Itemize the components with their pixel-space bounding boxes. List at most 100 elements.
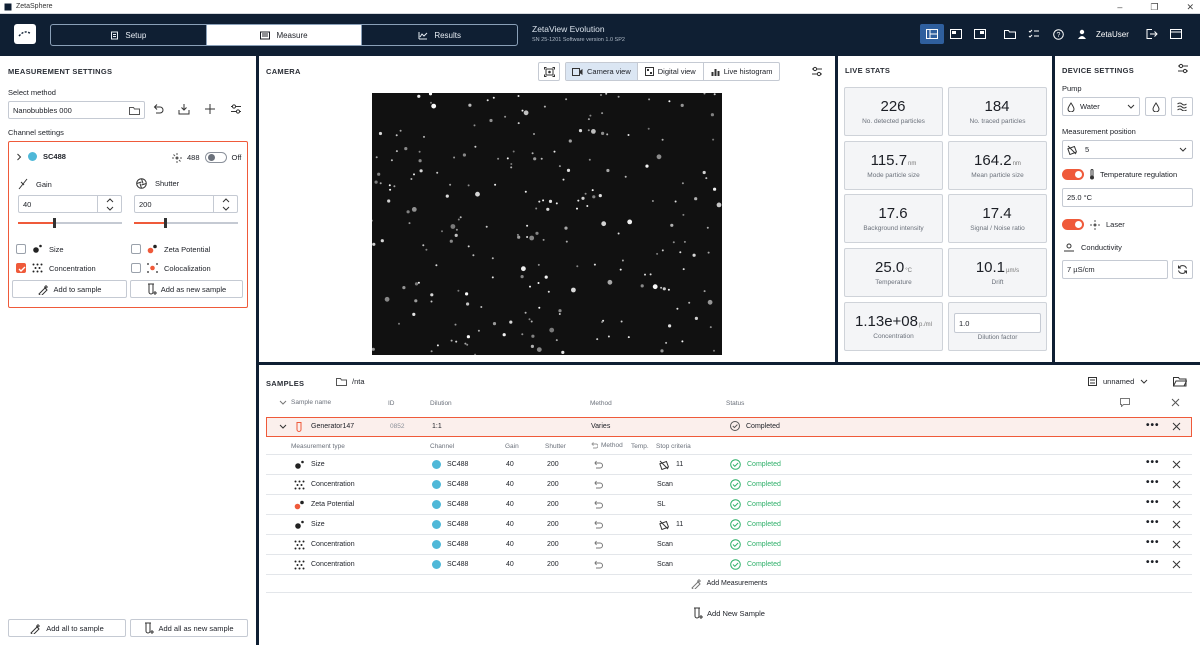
- live-histogram-button[interactable]: Live histogram: [702, 63, 780, 80]
- temperature-input[interactable]: 25.0 °C: [1062, 188, 1193, 207]
- pump-select[interactable]: Water: [1062, 97, 1140, 116]
- measurement-row[interactable]: Concentration SC488 40 200 Scan Completed •••: [266, 475, 1192, 495]
- samples-title: SAMPLES: [266, 379, 305, 388]
- concentration-option[interactable]: Concentration: [16, 263, 96, 273]
- sample-collapse-icon[interactable]: [279, 424, 287, 429]
- colocalization-option[interactable]: Colocalization: [131, 263, 211, 273]
- collapse-all-icon[interactable]: [279, 400, 287, 405]
- temperature-regulation-toggle[interactable]: [1062, 169, 1084, 180]
- row-remove-icon[interactable]: [1172, 480, 1181, 489]
- user-name[interactable]: ZetaUser: [1096, 30, 1140, 39]
- channel-laser-toggle[interactable]: [204, 152, 227, 163]
- window-layout-icon[interactable]: [1164, 24, 1188, 44]
- particle: [467, 245, 470, 248]
- pump-flow-button[interactable]: [1171, 97, 1193, 116]
- concentration-checkbox[interactable]: [16, 263, 26, 273]
- shutter-input[interactable]: 200: [134, 195, 238, 213]
- dilution-input[interactable]: 1.0: [954, 313, 1041, 333]
- gain-down-icon[interactable]: [106, 206, 114, 211]
- checklist-icon[interactable]: [1022, 24, 1046, 44]
- user-icon[interactable]: [1070, 24, 1094, 44]
- measurement-row[interactable]: Size SC488 40 200 11 Completed •••: [266, 515, 1192, 535]
- gain-slider[interactable]: [18, 218, 122, 228]
- refresh-conductivity-button[interactable]: [1172, 260, 1193, 279]
- add-new-sample-button[interactable]: Add New Sample: [266, 606, 1192, 620]
- add-to-sample-button[interactable]: Add to sample: [12, 280, 127, 298]
- particle: [380, 239, 384, 243]
- colocalization-checkbox[interactable]: [131, 263, 141, 273]
- row-remove-icon[interactable]: [1172, 560, 1181, 569]
- clear-all-icon[interactable]: [1171, 398, 1180, 407]
- undo-icon[interactable]: [152, 103, 164, 115]
- layout-split-icon[interactable]: [968, 24, 992, 44]
- row-remove-icon[interactable]: [1172, 460, 1181, 469]
- help-icon[interactable]: ?: [1046, 24, 1070, 44]
- measurement-row[interactable]: Concentration SC488 40 200 Scan Completed •••: [266, 555, 1192, 575]
- col-method: Method: [590, 400, 612, 407]
- tab-measure[interactable]: Measure: [206, 25, 363, 45]
- gain-up-icon[interactable]: [106, 197, 114, 203]
- gain-slider-thumb[interactable]: [53, 218, 57, 228]
- camera-settings-icon[interactable]: [811, 66, 823, 77]
- shutter-slider[interactable]: [134, 218, 238, 228]
- add-measurements-button[interactable]: Add Measurements: [266, 575, 1192, 593]
- tab-setup[interactable]: Setup: [51, 25, 207, 45]
- expand-chevron-icon[interactable]: [16, 153, 22, 161]
- layout-camera-icon[interactable]: [944, 24, 968, 44]
- open-samples-folder-icon[interactable]: [1173, 376, 1187, 387]
- row-more-icon[interactable]: •••: [1146, 497, 1160, 508]
- size-checkbox[interactable]: [16, 244, 26, 254]
- settings-sliders-icon[interactable]: [230, 103, 242, 115]
- digital-view-button[interactable]: Digital view: [636, 63, 703, 80]
- method-select[interactable]: Nanobubbles 000: [8, 101, 145, 119]
- add-as-new-sample-button[interactable]: Add as new sample: [130, 280, 243, 298]
- particle: [464, 342, 467, 345]
- tab-results[interactable]: Results: [362, 25, 517, 45]
- row-more-icon[interactable]: •••: [1146, 537, 1160, 548]
- row-remove-icon[interactable]: [1172, 500, 1181, 509]
- add-all-to-sample-button[interactable]: Add all to sample: [8, 619, 126, 637]
- row-remove-icon[interactable]: [1172, 520, 1181, 529]
- zeta-option[interactable]: Zeta Potential: [131, 244, 210, 254]
- row-more-icon[interactable]: •••: [1146, 557, 1160, 568]
- restore-icon[interactable]: ❐: [1150, 2, 1158, 13]
- size-icon: [33, 244, 42, 253]
- save-method-icon[interactable]: [178, 103, 190, 115]
- add-all-as-new-sample-button[interactable]: Add all as new sample: [130, 619, 248, 637]
- sample-row[interactable]: [266, 417, 1192, 437]
- minimize-icon[interactable]: –: [1117, 2, 1122, 12]
- sample-remove-icon[interactable]: [1172, 422, 1181, 431]
- layout-full-icon[interactable]: [920, 24, 944, 44]
- conductivity-input[interactable]: 7 µS/cm: [1062, 260, 1168, 279]
- shutter-down-icon[interactable]: [222, 206, 230, 211]
- laser-toggle[interactable]: [1062, 219, 1084, 230]
- shutter-slider-thumb[interactable]: [164, 218, 168, 228]
- shutter-up-icon[interactable]: [222, 197, 230, 203]
- row-more-icon[interactable]: •••: [1146, 477, 1160, 488]
- row-more-icon[interactable]: •••: [1146, 517, 1160, 528]
- zeta-checkbox[interactable]: [131, 244, 141, 254]
- row-more-icon[interactable]: •••: [1146, 457, 1160, 468]
- close-window-icon[interactable]: ✕: [1186, 2, 1194, 13]
- particle: [578, 129, 583, 133]
- comment-icon[interactable]: [1120, 398, 1130, 407]
- camera-view-button[interactable]: Camera view: [566, 63, 637, 80]
- open-folder-icon[interactable]: [129, 106, 140, 115]
- add-icon[interactable]: [204, 103, 216, 115]
- pump-drop-button[interactable]: [1145, 97, 1166, 116]
- particle: [531, 334, 535, 338]
- snapshot-button[interactable]: [538, 62, 560, 81]
- measurement-row[interactable]: Concentration SC488 40 200 Scan Completed •••: [266, 535, 1192, 555]
- device-settings-icon[interactable]: [1177, 63, 1189, 74]
- measurement-row[interactable]: Zeta Potential SC488 40 200 SL Completed •••: [266, 495, 1192, 515]
- particle: [430, 293, 434, 297]
- measurement-row[interactable]: Size SC488 40 200 11 Completed •••: [266, 455, 1192, 475]
- row-remove-icon[interactable]: [1172, 540, 1181, 549]
- logout-icon[interactable]: [1140, 24, 1164, 44]
- view-select[interactable]: unnamed: [1088, 377, 1148, 386]
- gain-input[interactable]: 40: [18, 195, 122, 213]
- folder-icon[interactable]: [998, 24, 1022, 44]
- position-select[interactable]: 5: [1062, 140, 1193, 159]
- sample-more-icon[interactable]: •••: [1146, 420, 1160, 431]
- size-option[interactable]: Size: [16, 244, 64, 254]
